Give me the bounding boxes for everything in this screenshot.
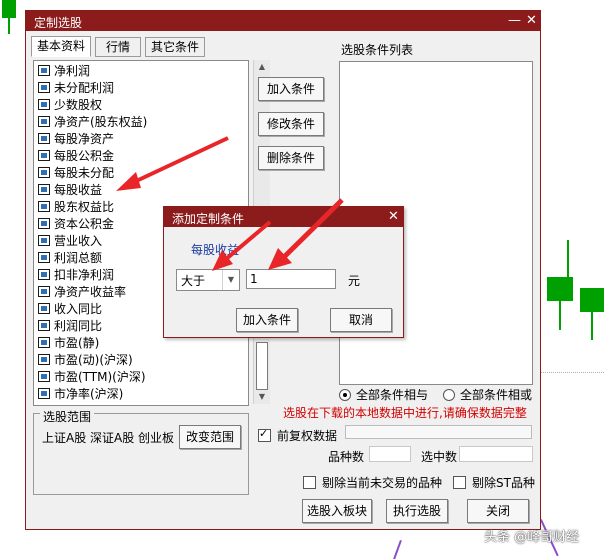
- watermark: 头条 @峰哥财经: [484, 530, 580, 545]
- arrow-to-operator: [223, 220, 272, 262]
- annotation-arrows: [116, 136, 344, 271]
- arrow-head: [116, 172, 141, 191]
- arrow-head: [212, 250, 233, 271]
- arrow-to-eps: [131, 136, 229, 185]
- arrow-to-value: [281, 198, 344, 260]
